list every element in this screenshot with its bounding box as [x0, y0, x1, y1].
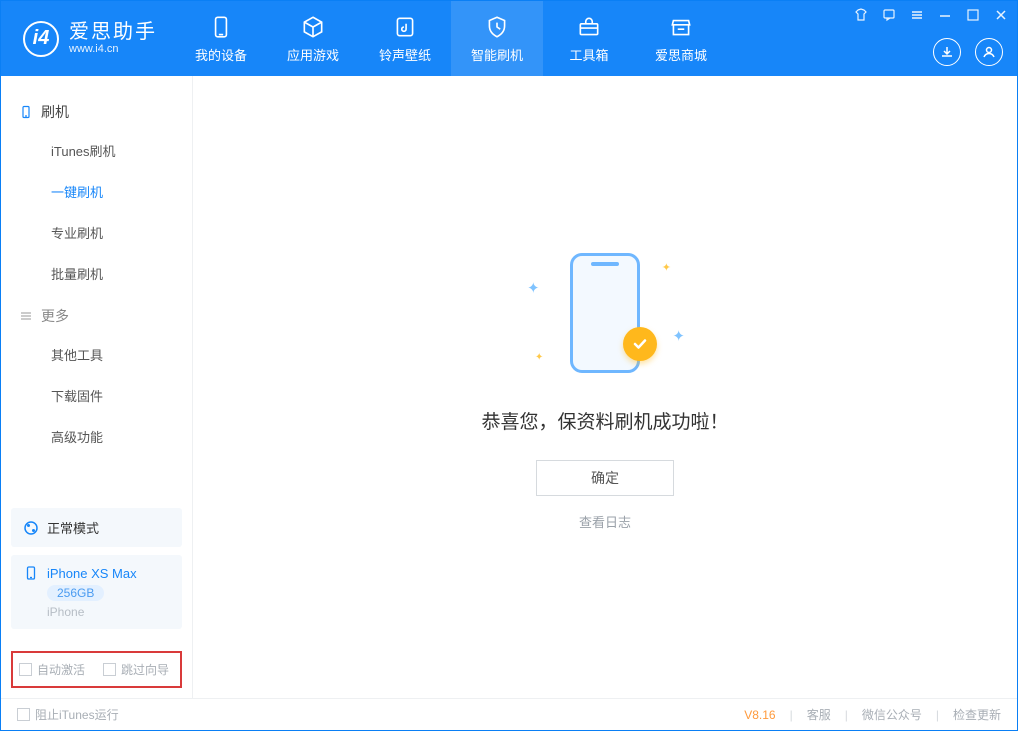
support-link[interactable]: 客服 — [807, 706, 831, 723]
checkbox-block-itunes[interactable]: 阻止iTunes运行 — [17, 706, 119, 723]
check-badge-icon — [623, 327, 657, 361]
version-label: V8.16 — [744, 708, 775, 722]
toolbox-icon — [575, 13, 603, 41]
menu-icon[interactable] — [909, 7, 925, 23]
sidebar-item-other-tools[interactable]: 其他工具 — [1, 334, 192, 375]
user-button[interactable] — [975, 38, 1003, 66]
window-controls — [853, 7, 1009, 23]
music-icon — [391, 13, 419, 41]
cube-icon — [299, 13, 327, 41]
download-button[interactable] — [933, 38, 961, 66]
app-logo: i4 爱思助手 www.i4.cn — [1, 21, 175, 57]
maximize-button[interactable] — [965, 7, 981, 23]
header-actions — [933, 38, 1003, 66]
nav-flash[interactable]: 智能刷机 — [451, 1, 543, 76]
feedback-icon[interactable] — [881, 7, 897, 23]
phone-icon — [19, 105, 33, 119]
minimize-button[interactable] — [937, 7, 953, 23]
nav-apps-games[interactable]: 应用游戏 — [267, 1, 359, 76]
device-name: iPhone XS Max — [47, 566, 137, 581]
flash-options: 自动激活 跳过向导 — [11, 651, 182, 688]
success-illustration: ✦✦✦✦ — [515, 243, 695, 383]
store-icon — [667, 13, 695, 41]
logo-icon: i4 — [23, 21, 59, 57]
close-button[interactable] — [993, 7, 1009, 23]
sidebar-item-itunes-flash[interactable]: iTunes刷机 — [1, 130, 192, 171]
checkbox-skip-wizard[interactable]: 跳过向导 — [103, 661, 169, 678]
update-link[interactable]: 检查更新 — [953, 706, 1001, 723]
nav-my-device[interactable]: 我的设备 — [175, 1, 267, 76]
wechat-link[interactable]: 微信公众号 — [862, 706, 922, 723]
sidebar-item-advanced[interactable]: 高级功能 — [1, 416, 192, 457]
sidebar-item-oneclick-flash[interactable]: 一键刷机 — [1, 171, 192, 212]
device-icon — [207, 13, 235, 41]
ok-button[interactable]: 确定 — [536, 460, 674, 496]
device-type: iPhone — [23, 605, 84, 619]
sidebar-group-more: 更多 — [1, 294, 192, 334]
nav-toolbox[interactable]: 工具箱 — [543, 1, 635, 76]
status-bar: 阻止iTunes运行 V8.16 | 客服 | 微信公众号 | 检查更新 — [1, 698, 1017, 730]
mode-icon — [23, 520, 39, 536]
nav-tabs: 我的设备 应用游戏 铃声壁纸 智能刷机 工具箱 爱思商城 — [175, 1, 727, 76]
device-storage-badge: 256GB — [47, 585, 104, 601]
sidebar-item-download-firmware[interactable]: 下载固件 — [1, 375, 192, 416]
sidebar-group-flash: 刷机 — [1, 90, 192, 130]
sidebar: 刷机 iTunes刷机 一键刷机 专业刷机 批量刷机 更多 其他工具 下载固件 … — [1, 76, 193, 698]
skin-icon[interactable] — [853, 7, 869, 23]
view-log-link[interactable]: 查看日志 — [579, 512, 631, 531]
main-content: ✦✦✦✦ 恭喜您，保资料刷机成功啦！ 确定 查看日志 — [193, 76, 1017, 698]
nav-store[interactable]: 爱思商城 — [635, 1, 727, 76]
nav-ringtones[interactable]: 铃声壁纸 — [359, 1, 451, 76]
list-icon — [19, 309, 33, 323]
app-name: 爱思助手 — [69, 21, 157, 43]
device-icon — [23, 565, 39, 581]
mode-box[interactable]: 正常模式 — [11, 508, 182, 547]
success-message: 恭喜您，保资料刷机成功啦！ — [481, 407, 728, 434]
device-box[interactable]: iPhone XS Max 256GB iPhone — [11, 555, 182, 629]
app-url: www.i4.cn — [69, 43, 157, 55]
shield-icon — [483, 13, 511, 41]
title-bar: i4 爱思助手 www.i4.cn 我的设备 应用游戏 铃声壁纸 智能刷机 工具… — [1, 1, 1017, 76]
mode-label: 正常模式 — [47, 518, 99, 537]
sidebar-item-pro-flash[interactable]: 专业刷机 — [1, 212, 192, 253]
checkbox-auto-activate[interactable]: 自动激活 — [19, 661, 85, 678]
sidebar-item-batch-flash[interactable]: 批量刷机 — [1, 253, 192, 294]
